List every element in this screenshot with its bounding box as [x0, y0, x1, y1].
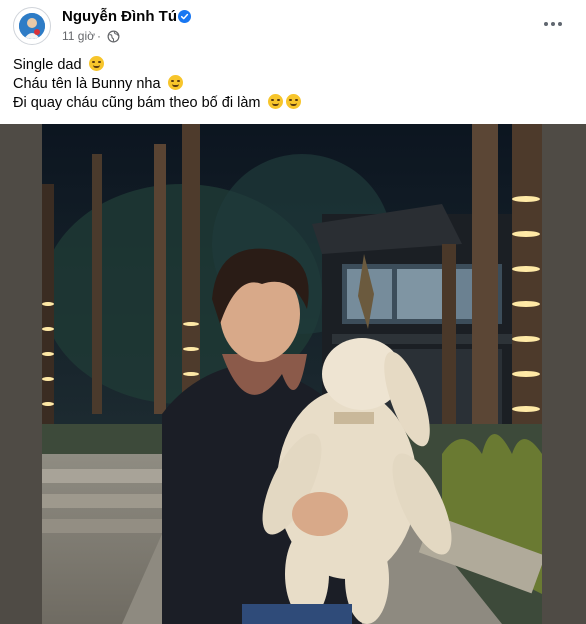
caption-text: Đi quay cháu cũng bám theo bố đi làm — [13, 95, 261, 111]
laughing-emoji-icon — [285, 94, 301, 109]
caption-text: Cháu tên là Bunny nha — [13, 76, 161, 92]
caption-line: Cháu tên là Bunny nha — [13, 75, 301, 94]
photo-illustration — [42, 124, 542, 624]
post-photo-frame — [0, 124, 586, 624]
laughing-emoji-icon — [267, 94, 283, 109]
post-photo[interactable] — [42, 124, 542, 624]
verified-badge-icon — [178, 10, 191, 23]
caption-text: Single dad — [13, 57, 82, 73]
caption-line: Single dad — [13, 56, 301, 75]
globe-icon[interactable] — [107, 30, 120, 43]
more-dot — [551, 22, 555, 26]
more-dot — [558, 22, 562, 26]
author-avatar[interactable] — [13, 7, 51, 45]
meta-separator: · — [97, 29, 101, 43]
post-caption: Single dad Cháu tên là Bunny nha Đi quay… — [13, 56, 301, 113]
avatar-image — [19, 13, 45, 39]
more-dot — [544, 22, 548, 26]
more-options-button[interactable] — [535, 10, 571, 38]
author-name[interactable]: Nguyễn Đình Tú — [62, 8, 177, 25]
caption-line: Đi quay cháu cũng bám theo bố đi làm — [13, 94, 301, 113]
hand-over-mouth-emoji-icon — [167, 75, 183, 90]
post-header: Nguyễn Đình Tú 11 giờ · — [0, 0, 586, 56]
crying-face-emoji-icon — [88, 56, 104, 71]
post-timestamp[interactable]: 11 giờ — [62, 29, 95, 43]
